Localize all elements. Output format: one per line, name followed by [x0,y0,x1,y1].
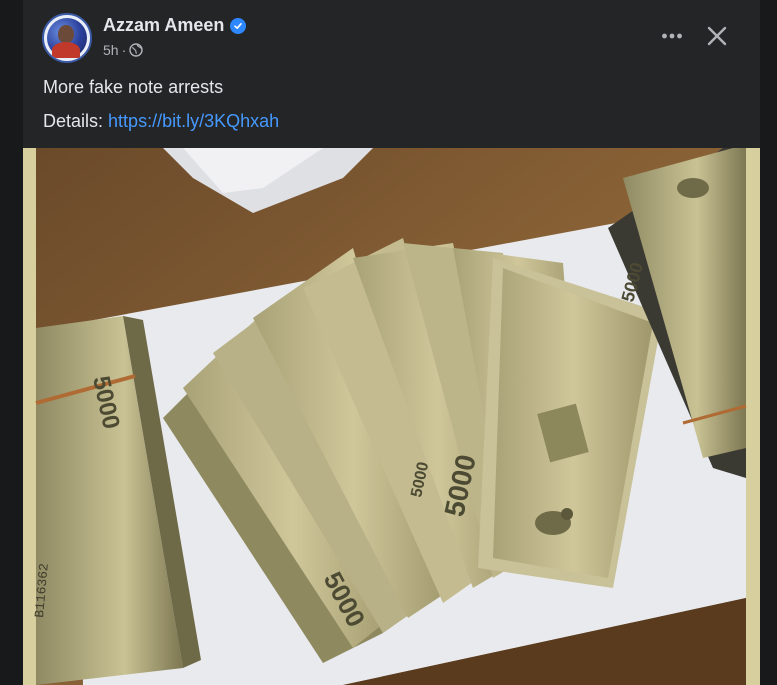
author-row: Azzam Ameen [103,15,247,36]
post-details: Details: https://bit.ly/3KQhxah [43,111,279,132]
more-options-button[interactable] [654,20,690,52]
globe-icon[interactable] [129,43,143,57]
meta-separator: · [121,42,127,58]
author-name[interactable]: Azzam Ameen [103,15,224,36]
more-options-icon [662,33,682,39]
details-label: Details: [43,111,104,131]
banknotes-image: 5000 B116362 5000 5000 5000 5000 [23,148,760,685]
post-timestamp[interactable]: 5h [103,42,119,58]
post-text: More fake note arrests [43,77,224,97]
details-link[interactable]: https://bit.ly/3KQhxah [108,111,279,131]
author-avatar[interactable] [42,13,92,63]
verified-badge-icon [230,17,247,34]
avatar-figure-head [58,25,74,43]
post-photo[interactable]: 5000 B116362 5000 5000 5000 5000 [23,148,760,685]
post-header: Azzam Ameen 5h · [23,0,760,75]
close-icon [707,26,727,46]
post-meta: 5h · [103,42,143,58]
close-button[interactable] [699,18,735,54]
post-card: Azzam Ameen 5h · More fake note arrests … [23,0,760,685]
avatar-figure-body [52,42,80,58]
